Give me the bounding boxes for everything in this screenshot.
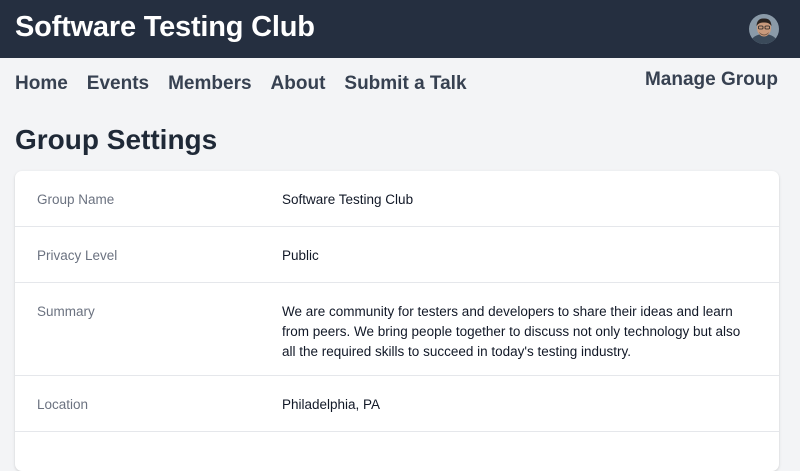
top-header: Software Testing Club [0, 0, 800, 58]
settings-row-summary: Summary We are community for testers and… [15, 283, 779, 376]
settings-row-privacy: Privacy Level Public [15, 227, 779, 283]
manage-group-link[interactable]: Manage Group [645, 68, 778, 92]
summary-label: Summary [37, 304, 95, 319]
group-name-value: Software Testing Club [282, 192, 414, 207]
privacy-level-label: Privacy Level [37, 248, 118, 263]
nav-members[interactable]: Members [168, 72, 251, 96]
privacy-level-value: Public [282, 248, 319, 263]
app-title[interactable]: Software Testing Club [15, 11, 315, 44]
group-name-label: Group Name [37, 192, 115, 207]
main-nav: Home Events Members About Submit a Talk [15, 72, 467, 96]
location-label: Location [37, 397, 89, 412]
settings-row-group-name: Group Name Software Testing Club [15, 171, 779, 227]
settings-row-location: Location Philadelphia, PA [15, 376, 779, 432]
summary-value: We are community for testers and develop… [282, 304, 741, 359]
nav-events[interactable]: Events [87, 72, 149, 96]
nav-submit-talk[interactable]: Submit a Talk [344, 72, 466, 96]
location-value: Philadelphia, PA [282, 397, 381, 412]
nav-home[interactable]: Home [15, 72, 68, 96]
settings-card: Group Name Software Testing Club Privacy… [15, 171, 779, 471]
page-title: Group Settings [15, 124, 218, 155]
avatar-icon [749, 14, 779, 44]
user-avatar[interactable] [749, 14, 779, 44]
nav-about[interactable]: About [271, 72, 326, 96]
